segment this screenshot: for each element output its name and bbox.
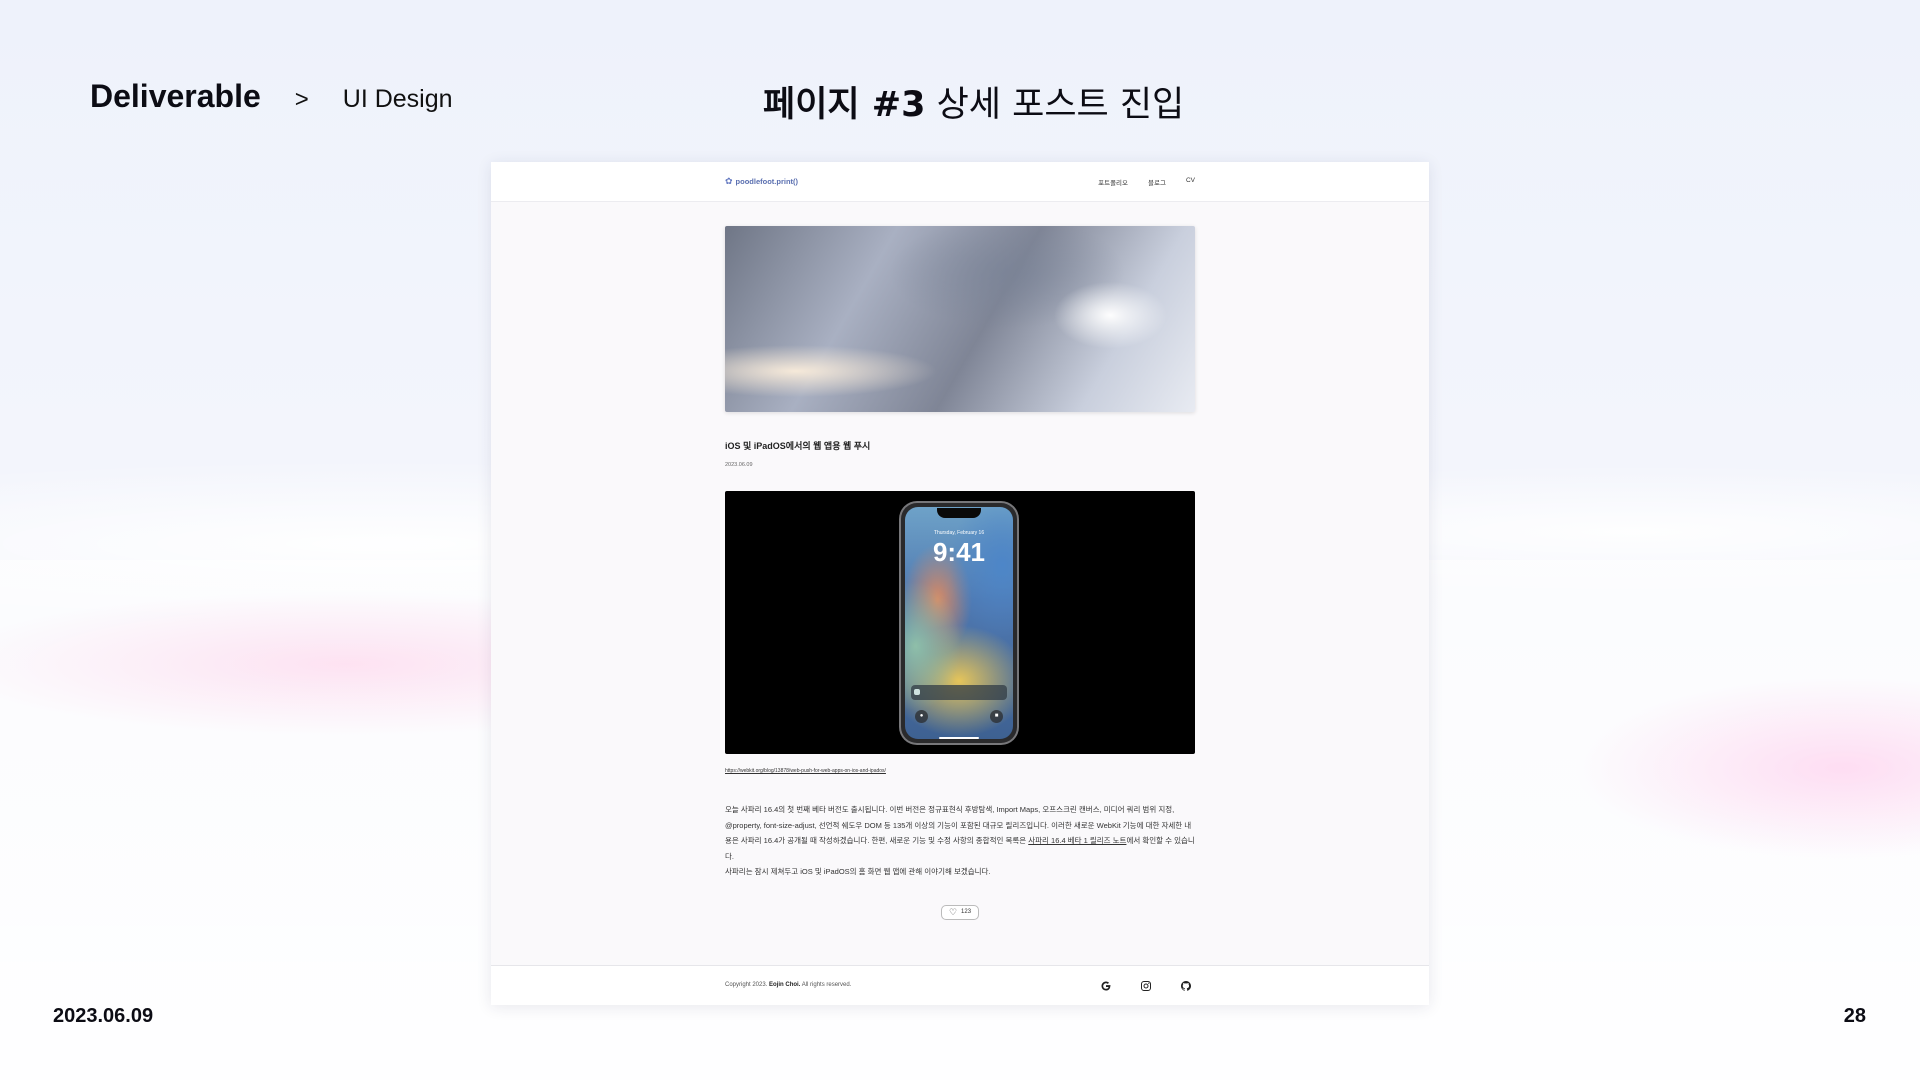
like-row: ♡ 123 [725, 904, 1195, 920]
post-source-link[interactable]: https://webkit.org/blog/13878/web-push-f… [725, 768, 1195, 774]
page-title: 페이지 #3 상세 포스트 진입 [763, 76, 1184, 127]
home-indicator [939, 737, 979, 739]
nav-item-cv[interactable]: CV [1186, 177, 1195, 187]
notification-app-icon [914, 689, 920, 695]
post-body: 오늘 사파리 16.4의 첫 번째 베타 버전도 출시됩니다. 이번 버전은 정… [725, 802, 1195, 880]
site-footer: Copyright 2023. Eojin Choi. All rights r… [491, 965, 1429, 1005]
social-links [1097, 977, 1195, 995]
github-icon[interactable] [1177, 977, 1195, 995]
like-button[interactable]: ♡ 123 [940, 904, 980, 920]
copyright-text: Copyright 2023. Eojin Choi. All rights r… [725, 982, 851, 988]
camera-icon: ■ [990, 710, 1003, 723]
breadcrumb-section: Deliverable [90, 78, 261, 114]
phone-notch [937, 508, 981, 518]
page-title-rest: 상세 포스트 진입 [925, 85, 1185, 125]
copyright-prefix: Copyright 2023. [725, 982, 770, 988]
iphone-illustration: Thursday, February 16 9:41 ● ■ [901, 503, 1017, 743]
slide-page-number: 28 [1843, 1005, 1866, 1027]
website-mockup: ✿ poodlefoot.print() 포트폴리오 블로그 CV iOS 및 … [491, 162, 1429, 1005]
nav-menu: 포트폴리오 블로그 CV [1098, 177, 1195, 187]
copyright-name: Eojin Choi. [769, 982, 801, 988]
post-content: iOS 및 iPadOS에서의 웹 앱용 웹 푸시 2023.06.09 Thu… [725, 226, 1195, 920]
release-notes-link[interactable]: 사파리 16.4 베타 1 릴리즈 노트 [1028, 836, 1126, 845]
post-date: 2023.06.09 [725, 462, 753, 468]
phone-time: 9:41 [932, 537, 986, 567]
nav-item-portfolio[interactable]: 포트폴리오 [1098, 177, 1128, 187]
breadcrumb: Deliverable > UI Design [90, 78, 453, 115]
instagram-icon[interactable] [1137, 977, 1155, 995]
heart-icon: ♡ [948, 906, 958, 917]
site-logo[interactable]: ✿ poodlefoot.print() [725, 176, 798, 187]
post-body-line2: 사파리는 잠시 제쳐두고 iOS 및 iPadOS의 홈 화면 웹 앱에 관해 … [725, 867, 991, 876]
breadcrumb-separator: > [294, 86, 309, 113]
breadcrumb-subsection: UI Design [342, 85, 453, 113]
like-count: 123 [961, 909, 972, 915]
post-image-phone: Thursday, February 16 9:41 ● ■ [725, 491, 1195, 754]
post-title: iOS 및 iPadOS에서의 웹 앱용 웹 푸시 [725, 441, 871, 451]
phone-date: Thursday, February 16 [933, 530, 985, 536]
copyright-suffix: All rights reserved. [800, 982, 852, 988]
post-hero-image [725, 226, 1195, 412]
paw-icon: ✿ [725, 176, 733, 186]
phone-notification [911, 685, 1007, 700]
google-icon[interactable] [1097, 977, 1115, 995]
site-logo-text: poodlefoot.print() [735, 177, 799, 186]
slide-date: 2023.06.09 [53, 1005, 154, 1027]
flashlight-icon: ● [915, 710, 928, 723]
nav-item-blog[interactable]: 블로그 [1148, 177, 1166, 187]
page-title-bold: 페이지 #3 [763, 85, 926, 125]
site-nav: ✿ poodlefoot.print() 포트폴리오 블로그 CV [491, 162, 1429, 202]
